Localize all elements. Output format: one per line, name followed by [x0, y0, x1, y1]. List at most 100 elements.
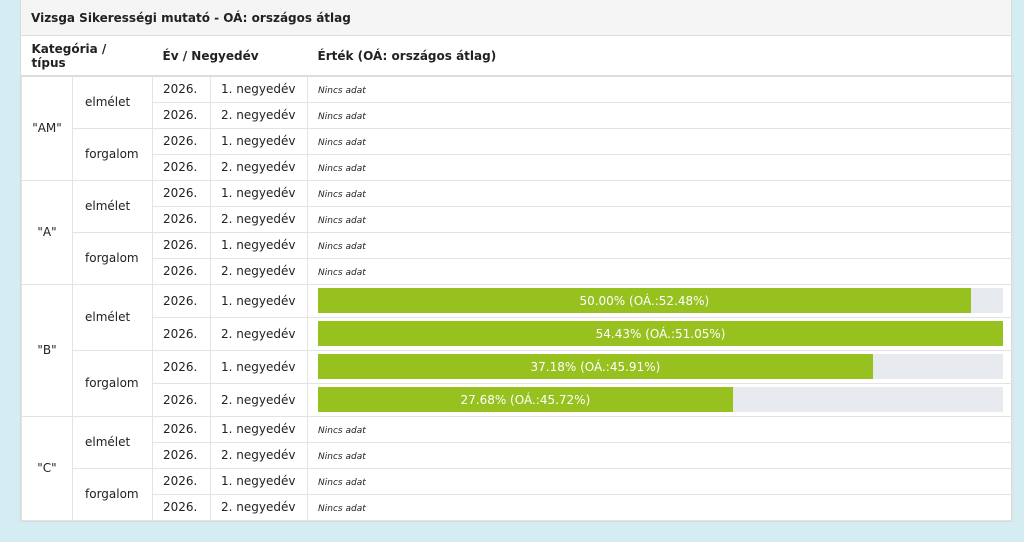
quarter-cell: 1. negyedév: [210, 283, 309, 318]
category-cell: "B": [21, 283, 73, 417]
quarter-cell: 2. negyedév: [210, 382, 309, 417]
year-cell: 2026.: [152, 283, 212, 318]
value-cell: Nincs adat: [307, 493, 1015, 521]
progress-bar: 37.18% (OÁ.:45.91%): [318, 354, 1004, 379]
quarter-cell: 1. negyedév: [210, 349, 309, 384]
progress-bar-label: 27.68% (OÁ.:45.72%): [460, 392, 591, 407]
header-category: Kategória / típus: [21, 36, 153, 77]
year-cell: 2026.: [152, 467, 212, 495]
table-header-row: Kategória / típus Év / Negyedév Érték (O…: [21, 36, 1014, 77]
table-row: 2026. 2. negyedév Nincs adat: [22, 257, 1015, 285]
value-cell: Nincs adat: [307, 153, 1015, 181]
value-cell: Nincs adat: [307, 179, 1015, 207]
value-cell: 27.68% (OÁ.:45.72%): [307, 382, 1015, 417]
quarter-cell: 2. negyedév: [210, 257, 309, 285]
no-data-label: Nincs adat: [318, 138, 366, 148]
year-cell: 2026.: [152, 493, 212, 521]
type-cell: forgalom: [71, 127, 154, 181]
type-cell: elmélet: [71, 415, 154, 469]
value-cell: Nincs adat: [307, 205, 1015, 233]
value-cell: 54.43% (OÁ.:51.05%): [307, 316, 1015, 351]
quarter-cell: 1. negyedév: [210, 467, 309, 495]
value-cell: Nincs adat: [307, 101, 1015, 129]
success-rate-table: Kategória / típus Év / Negyedév Érték (O…: [21, 36, 1015, 521]
progress-bar-label: 50.00% (OÁ.:52.48%): [579, 293, 710, 308]
progress-bar: 54.43% (OÁ.:51.05%): [318, 321, 1004, 346]
progress-bar-label: 37.18% (OÁ.:45.91%): [530, 359, 661, 374]
year-cell: 2026.: [152, 441, 212, 469]
no-data-label: Nincs adat: [318, 86, 366, 97]
year-cell: 2026.: [152, 415, 212, 443]
table-row: 2026. 2. negyedév Nincs adat: [22, 205, 1015, 233]
quarter-cell: 2. negyedév: [210, 101, 309, 129]
year-cell: 2026.: [152, 349, 212, 384]
table-row: "B" elmélet 2026. 1. negyedév 50.00% (OÁ.:52…: [21, 283, 1015, 417]
table-row: 2026. 2. negyedév Nincs adat: [22, 153, 1015, 181]
no-data-label: Nincs adat: [318, 268, 366, 278]
category-cell: "C": [21, 415, 73, 521]
table-row: forgalom 2026. 1. negyedév Nincs adat: [22, 127, 1015, 181]
year-cell: 2026.: [152, 316, 212, 351]
no-data-label: Nincs adat: [318, 164, 366, 174]
year-cell: 2026.: [152, 75, 212, 103]
quarter-cell: 1. negyedév: [210, 75, 309, 103]
value-cell: Nincs adat: [307, 415, 1015, 443]
quarter-cell: 2. negyedév: [210, 441, 309, 469]
year-cell: 2026.: [152, 231, 212, 259]
type-cell: forgalom: [71, 349, 154, 417]
table-row: 2026. 2. negyedév 54.43% (OÁ.:51.05%): [22, 316, 1015, 351]
table-row: forgalom 2026. 1. negyedév Nincs adat: [22, 231, 1015, 285]
table-body: "AM" elmélet 2026. 1. negyedév Nincs adat 202…: [21, 75, 1015, 521]
value-cell: Nincs adat: [307, 257, 1015, 285]
success-rate-panel: Vizsga Sikerességi mutató - OÁ: országos…: [20, 0, 1015, 522]
quarter-cell: 1. negyedév: [210, 179, 309, 207]
table-row: 2026. 2. negyedév 27.68% (OÁ.:45.72%): [22, 382, 1015, 417]
type-cell: elmélet: [71, 75, 154, 129]
quarter-cell: 1. negyedév: [210, 231, 309, 259]
table-row: "AM" elmélet 2026. 1. negyedév Nincs adat: [21, 75, 1015, 181]
table-row: 2026. 2. negyedév Nincs adat: [22, 441, 1015, 469]
year-cell: 2026.: [152, 205, 212, 233]
year-cell: 2026.: [152, 101, 212, 129]
year-cell: 2026.: [152, 179, 212, 207]
type-cell: elmélet: [71, 179, 154, 233]
table-row: 2026. 2. negyedév Nincs adat: [22, 493, 1015, 521]
value-cell: 37.18% (OÁ.:45.91%): [307, 349, 1015, 384]
quarter-cell: 1. negyedév: [210, 415, 309, 443]
value-cell: Nincs adat: [307, 441, 1015, 469]
year-cell: 2026.: [152, 257, 212, 285]
no-data-label: Nincs adat: [318, 112, 366, 122]
table-row: 2026. 2. negyedév Nincs adat: [22, 101, 1015, 129]
year-cell: 2026.: [152, 382, 212, 417]
type-cell: forgalom: [71, 467, 154, 521]
no-data-label: Nincs adat: [318, 504, 366, 514]
value-cell: Nincs adat: [307, 75, 1015, 103]
no-data-label: Nincs adat: [318, 190, 366, 200]
header-period: Év / Negyedév: [152, 36, 308, 77]
table-row: "A" elmélet 2026. 1. negyedév Nincs adat: [21, 179, 1015, 285]
type-cell: forgalom: [71, 231, 154, 285]
table-row: forgalom 2026. 1. negyedév 37.18% (OÁ.:45.9…: [22, 349, 1015, 417]
quarter-cell: 1. negyedév: [210, 127, 309, 155]
table-row: forgalom 2026. 1. negyedév Nincs adat: [22, 467, 1015, 521]
header-value: Érték (OÁ: országos átlag): [307, 36, 1014, 77]
quarter-cell: 2. negyedév: [210, 205, 309, 233]
quarter-cell: 2. negyedév: [210, 153, 309, 181]
quarter-cell: 2. negyedév: [210, 493, 309, 521]
progress-bar: 27.68% (OÁ.:45.72%): [318, 387, 1004, 412]
progress-bar-label: 54.43% (OÁ.:51.05%): [595, 326, 726, 341]
no-data-label: Nincs adat: [318, 452, 366, 462]
progress-bar: 50.00% (OÁ.:52.48%): [318, 288, 1004, 313]
panel-title: Vizsga Sikerességi mutató - OÁ: országos…: [21, 0, 1011, 36]
no-data-label: Nincs adat: [318, 426, 366, 436]
table-row: "C" elmélet 2026. 1. negyedév Nincs adat: [21, 415, 1015, 521]
category-cell: "AM": [21, 75, 73, 181]
year-cell: 2026.: [152, 153, 212, 181]
quarter-cell: 2. negyedév: [210, 316, 309, 351]
value-cell: 50.00% (OÁ.:52.48%): [307, 283, 1015, 318]
year-cell: 2026.: [152, 127, 212, 155]
no-data-label: Nincs adat: [318, 216, 366, 226]
category-cell: "A": [21, 179, 73, 285]
value-cell: Nincs adat: [307, 127, 1015, 155]
no-data-label: Nincs adat: [318, 478, 366, 488]
